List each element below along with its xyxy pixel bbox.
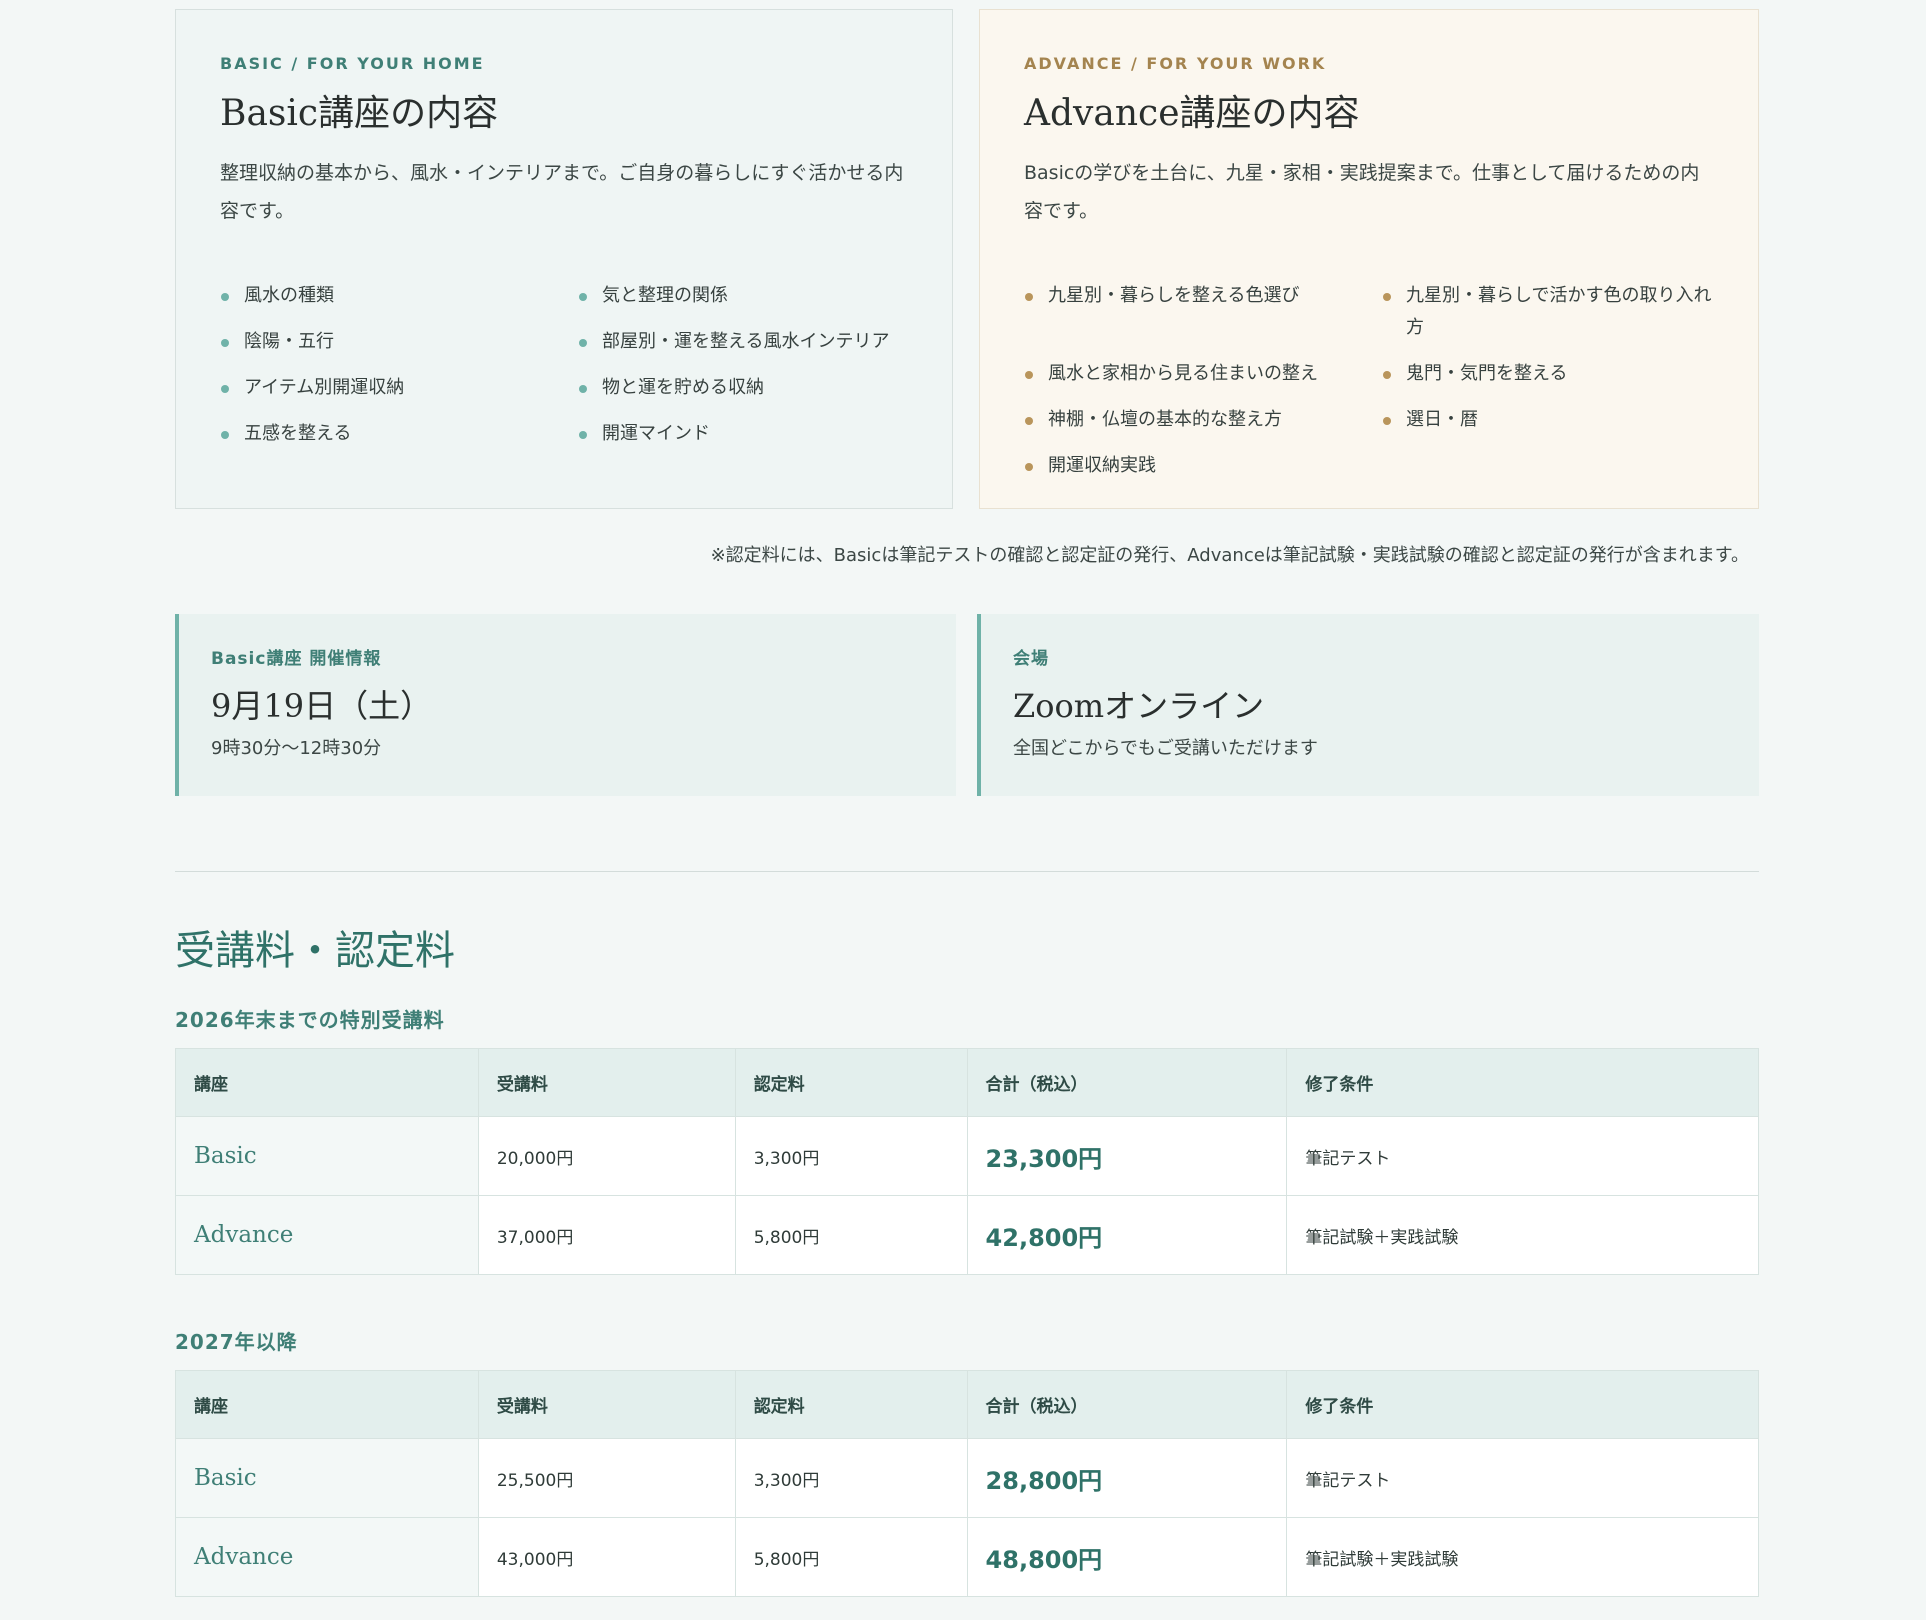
list-item: 開運マインド	[578, 418, 908, 450]
list-item: 風水と家相から見る住まいの整え	[1024, 358, 1382, 390]
fees-section-title: 受講料・認定料	[175, 928, 455, 974]
basic-eyebrow: BASIC / FOR YOUR HOME	[220, 54, 485, 73]
list-item: 気と整理の関係	[578, 280, 908, 312]
column-header: 講座	[175, 1370, 479, 1439]
column-header: 修了条件	[1286, 1048, 1759, 1117]
requirement-cell: 筆記テスト	[1286, 1116, 1759, 1196]
list-item: 物と運を貯める収納	[578, 372, 908, 404]
basic-item-list: 風水の種類 気と整理の関係 陰陽・五行 部屋別・運を整える風水インテリア アイテ…	[220, 280, 908, 464]
table-row: Advance 43,000円 5,800円 48,800円 筆記試験＋実践試験	[175, 1517, 1759, 1597]
schedule-label: Basic講座 開催情報	[211, 649, 382, 669]
schedule-date: 9月19日（土）	[211, 687, 433, 725]
advance-card-title: Advance講座の内容	[1024, 93, 1360, 134]
advance-item-list: 九星別・暮らしを整える色選び 九星別・暮らしで活かす色の取り入れ方 風水と家相か…	[1024, 280, 1714, 496]
schedule-time: 9時30分〜12時30分	[211, 738, 382, 759]
table-row: Basic 20,000円 3,300円 23,300円 筆記テスト	[175, 1116, 1759, 1196]
regular-fee-table: 講座 受講料 認定料 合計（税込） 修了条件 Basic 25,500円 3,3…	[175, 1370, 1759, 1597]
basic-card-title: Basic講座の内容	[220, 93, 499, 134]
column-header: 修了条件	[1286, 1370, 1759, 1439]
table-header-row: 講座 受講料 認定料 合計（税込） 修了条件	[175, 1048, 1759, 1117]
advance-eyebrow: ADVANCE / FOR YOUR WORK	[1024, 54, 1327, 73]
tuition-cell: 20,000円	[477, 1116, 736, 1196]
course-cell: Basic	[175, 1438, 479, 1518]
list-item: 開運収納実践	[1024, 450, 1382, 482]
column-header: 認定料	[734, 1048, 968, 1117]
advance-card-description: Basicの学びを土台に、九星・家相・実践提案まで。仕事として届けるための内容で…	[1024, 162, 1700, 222]
list-item: 神棚・仏壇の基本的な整え方	[1024, 404, 1382, 436]
total-cell: 23,300円	[966, 1116, 1288, 1196]
total-cell: 48,800円	[966, 1517, 1288, 1597]
column-header: 合計（税込）	[966, 1370, 1288, 1439]
schedule-info-box: Basic講座 開催情報 9月19日（土） 9時30分〜12時30分	[175, 614, 956, 796]
venue-description: 全国どこからでもご受講いただけます	[1013, 738, 1318, 759]
table-row: Basic 25,500円 3,300円 28,800円 筆記テスト	[175, 1438, 1759, 1518]
list-item: 鬼門・気門を整える	[1382, 358, 1712, 390]
list-item: アイテム別開運収納	[220, 372, 578, 404]
basic-card-description: 整理収納の基本から、風水・インテリアまで。ご自身の暮らしにすぐ活かせる内容です。	[220, 162, 904, 222]
list-item: 風水の種類	[220, 280, 578, 312]
certification-cell: 3,300円	[734, 1116, 968, 1196]
column-header: 認定料	[734, 1370, 968, 1439]
certification-fee-note: ※認定料には、Basicは筆記テストの確認と認定証の発行、Advanceは筆記試…	[710, 545, 1749, 566]
list-item: 陰陽・五行	[220, 326, 578, 358]
advance-course-card: ADVANCE / FOR YOUR WORK Advance講座の内容 Bas…	[979, 9, 1759, 509]
list-item: 選日・暦	[1382, 404, 1712, 436]
certification-cell: 3,300円	[734, 1438, 968, 1518]
list-item: 九星別・暮らしで活かす色の取り入れ方	[1382, 280, 1712, 344]
section-divider	[175, 871, 1759, 872]
total-cell: 42,800円	[966, 1195, 1288, 1275]
special-fee-table: 講座 受講料 認定料 合計（税込） 修了条件 Basic 20,000円 3,3…	[175, 1048, 1759, 1275]
table-row: Advance 37,000円 5,800円 42,800円 筆記試験＋実践試験	[175, 1195, 1759, 1275]
certification-cell: 5,800円	[734, 1517, 968, 1597]
requirement-cell: 筆記テスト	[1286, 1438, 1759, 1518]
requirement-cell: 筆記試験＋実践試験	[1286, 1195, 1759, 1275]
tuition-cell: 37,000円	[477, 1195, 736, 1275]
venue-name: Zoomオンライン	[1013, 687, 1265, 725]
course-cell: Advance	[175, 1195, 479, 1275]
venue-label: 会場	[1013, 649, 1049, 669]
column-header: 受講料	[477, 1370, 736, 1439]
venue-info-box: 会場 Zoomオンライン 全国どこからでもご受講いただけます	[977, 614, 1759, 796]
basic-course-card: BASIC / FOR YOUR HOME Basic講座の内容 整理収納の基本…	[175, 9, 953, 509]
course-cell: Basic	[175, 1116, 479, 1196]
requirement-cell: 筆記試験＋実践試験	[1286, 1517, 1759, 1597]
list-item: 部屋別・運を整える風水インテリア	[578, 326, 908, 358]
special-fee-title: 2026年末までの特別受講料	[175, 1008, 445, 1032]
list-item: 九星別・暮らしを整える色選び	[1024, 280, 1382, 344]
course-cell: Advance	[175, 1517, 479, 1597]
tuition-cell: 43,000円	[477, 1517, 736, 1597]
total-cell: 28,800円	[966, 1438, 1288, 1518]
list-item: 五感を整える	[220, 418, 578, 450]
certification-cell: 5,800円	[734, 1195, 968, 1275]
tuition-cell: 25,500円	[477, 1438, 736, 1518]
column-header: 受講料	[477, 1048, 736, 1117]
regular-fee-title: 2027年以降	[175, 1330, 298, 1354]
column-header: 合計（税込）	[966, 1048, 1288, 1117]
column-header: 講座	[175, 1048, 479, 1117]
page: BASIC / FOR YOUR HOME Basic講座の内容 整理収納の基本…	[0, 0, 1926, 1620]
table-header-row: 講座 受講料 認定料 合計（税込） 修了条件	[175, 1370, 1759, 1439]
